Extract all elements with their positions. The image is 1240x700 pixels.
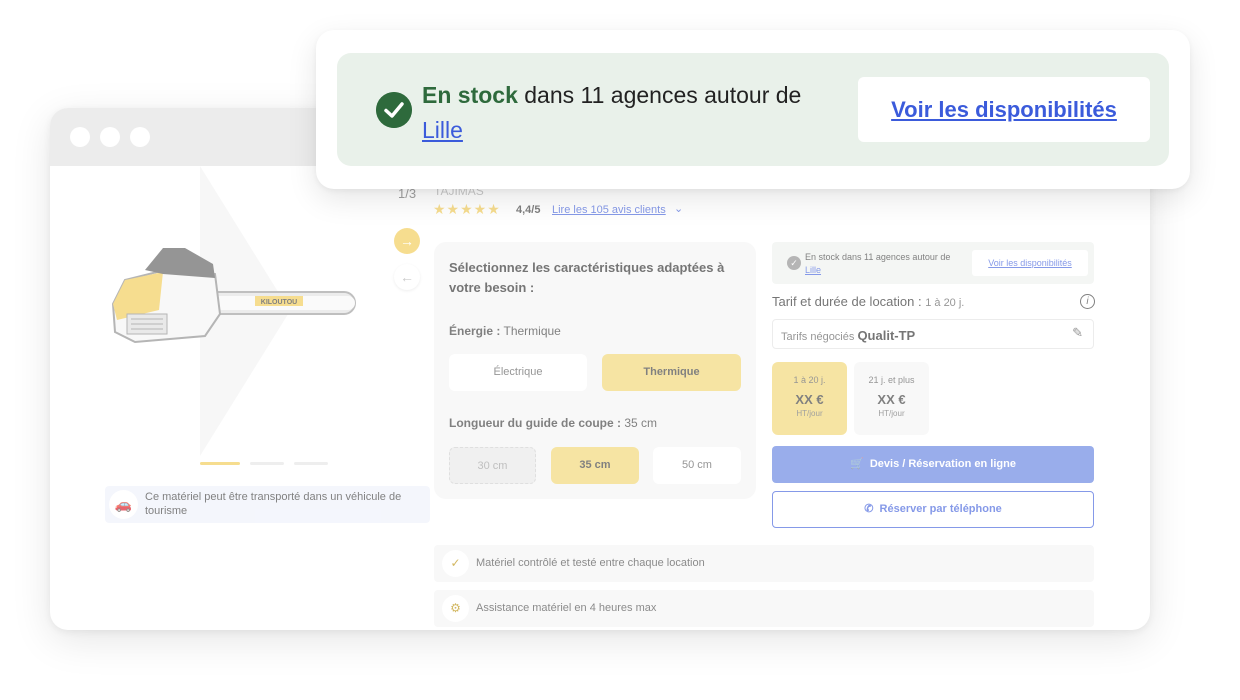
carousel-indicator[interactable] [250, 462, 284, 465]
transport-note-text: Ce matériel peut être transporté dans un… [145, 491, 402, 517]
negotiated-rates-prefix: Tarifs négociés [781, 331, 855, 343]
length-option-30[interactable]: 30 cm [449, 447, 536, 484]
price-card-duration: 1 à 20 j. [793, 375, 826, 385]
chainsaw-brand-label: KILOUTOU [261, 299, 297, 306]
negotiated-rates-field[interactable]: Tarifs négociés Qualit-TP ✎ [772, 319, 1094, 349]
check-icon: ✓ [787, 256, 801, 270]
window-dot [130, 127, 150, 147]
feature-text: Matériel contrôlé et testé entre chaque … [476, 557, 705, 569]
energy-field: Énergie : Thermique [449, 324, 561, 338]
product-page: KILOUTOU 🚗 Ce matériel peut être transpo… [50, 166, 1150, 630]
window-dot [70, 127, 90, 147]
chainsaw-image: KILOUTOU [111, 248, 356, 344]
price-card-short[interactable]: 1 à 20 j. XX € HT/jour [772, 362, 847, 435]
energy-option-electric[interactable]: Électrique [449, 354, 587, 391]
info-icon[interactable]: i [1080, 294, 1095, 309]
window-dot [100, 127, 120, 147]
stock-message: En stock dans 11 agences autour de Lille [422, 78, 842, 148]
energy-label: Énergie : [449, 324, 501, 338]
price-card-long[interactable]: 21 j. et plus XX € HT/jour [854, 362, 929, 435]
check-circle-icon [376, 92, 412, 128]
phone-icon: ✆ [864, 503, 874, 515]
quote-reservation-label: Devis / Réservation en ligne [869, 458, 1016, 470]
length-value: 35 cm [624, 416, 658, 430]
availability-button[interactable]: Voir les disponibilités [858, 77, 1150, 142]
stock-banner: En stock dans 11 agences autour de Lille… [337, 53, 1169, 166]
rating-stars-icon: ★★★★★ [433, 201, 501, 217]
cart-icon: 🛒 [850, 458, 864, 470]
feature-text: Assistance matériel en 4 heures max [476, 602, 657, 614]
rating-value: 4,4/5 [516, 204, 541, 216]
price-card-price: XX € [795, 392, 824, 407]
stock-mini-availability-link[interactable]: Voir les disponibilités [972, 250, 1088, 276]
phone-reservation-label: Réserver par téléphone [879, 503, 1002, 515]
carousel-indicator[interactable] [294, 462, 328, 465]
price-card-price: XX € [877, 392, 906, 407]
quote-reservation-button[interactable]: 🛒 Devis / Réservation en ligne [772, 446, 1094, 483]
stock-mini-banner: ✓ En stock dans 11 agences autour de Lil… [772, 242, 1094, 284]
price-card-unit: HT/jour [878, 409, 905, 418]
truck-icon: ⚙ [442, 595, 469, 622]
pricing-duration: 1 à 20 j. [925, 297, 965, 309]
transport-note: 🚗 Ce matériel peut être transporté dans … [105, 486, 430, 523]
negotiated-rates-text: Tarifs négociés Qualit-TP [781, 328, 915, 343]
stock-mini-city[interactable]: Lille [805, 265, 821, 275]
stock-city-link[interactable]: Lille [422, 117, 463, 143]
configuration-title: Sélectionnez les caractéristiques adapté… [449, 260, 725, 295]
chevron-down-icon[interactable]: ⌄ [674, 202, 683, 215]
feature-item: ✓ Matériel contrôlé et testé entre chaqu… [434, 545, 1094, 582]
car-icon: 🚗 [109, 490, 138, 519]
stock-suffix: dans 11 agences autour de [517, 82, 802, 108]
shield-check-icon: ✓ [442, 550, 469, 577]
reviews-link[interactable]: Lire les 105 avis clients [552, 204, 666, 216]
stock-availability-popup: En stock dans 11 agences autour de Lille… [316, 30, 1190, 189]
next-image-arrow-icon[interactable]: → [394, 228, 420, 254]
configuration-panel: Sélectionnez les caractéristiques adapté… [434, 242, 756, 499]
prev-image-arrow-icon[interactable]: ← [394, 264, 420, 290]
pricing-label: Tarif et durée de location : 1 à 20 j. [772, 294, 964, 309]
carousel-indicator-active[interactable] [200, 462, 240, 465]
pencil-icon[interactable]: ✎ [1072, 325, 1083, 341]
length-label: Longueur du guide de coupe : [449, 416, 621, 430]
price-card-duration: 21 j. et plus [868, 375, 915, 385]
length-option-50[interactable]: 50 cm [653, 447, 741, 484]
stock-mini-status: En stock dans 11 agences autour de [805, 252, 951, 262]
length-option-35[interactable]: 35 cm [551, 447, 639, 484]
stock-status: En stock [422, 82, 518, 108]
pricing-label-text: Tarif et durée de location : [772, 294, 922, 309]
stock-mini-text: En stock dans 11 agences autour de Lille [805, 251, 965, 277]
energy-option-thermal[interactable]: Thermique [602, 354, 741, 391]
price-card-unit: HT/jour [796, 409, 823, 418]
length-field: Longueur du guide de coupe : 35 cm [449, 416, 657, 430]
energy-value: Thermique [503, 324, 561, 338]
phone-reservation-button[interactable]: ✆ Réserver par téléphone [772, 491, 1094, 528]
negotiated-rates-name: Qualit-TP [857, 328, 916, 343]
feature-item: ⚙ Assistance matériel en 4 heures max [434, 590, 1094, 627]
